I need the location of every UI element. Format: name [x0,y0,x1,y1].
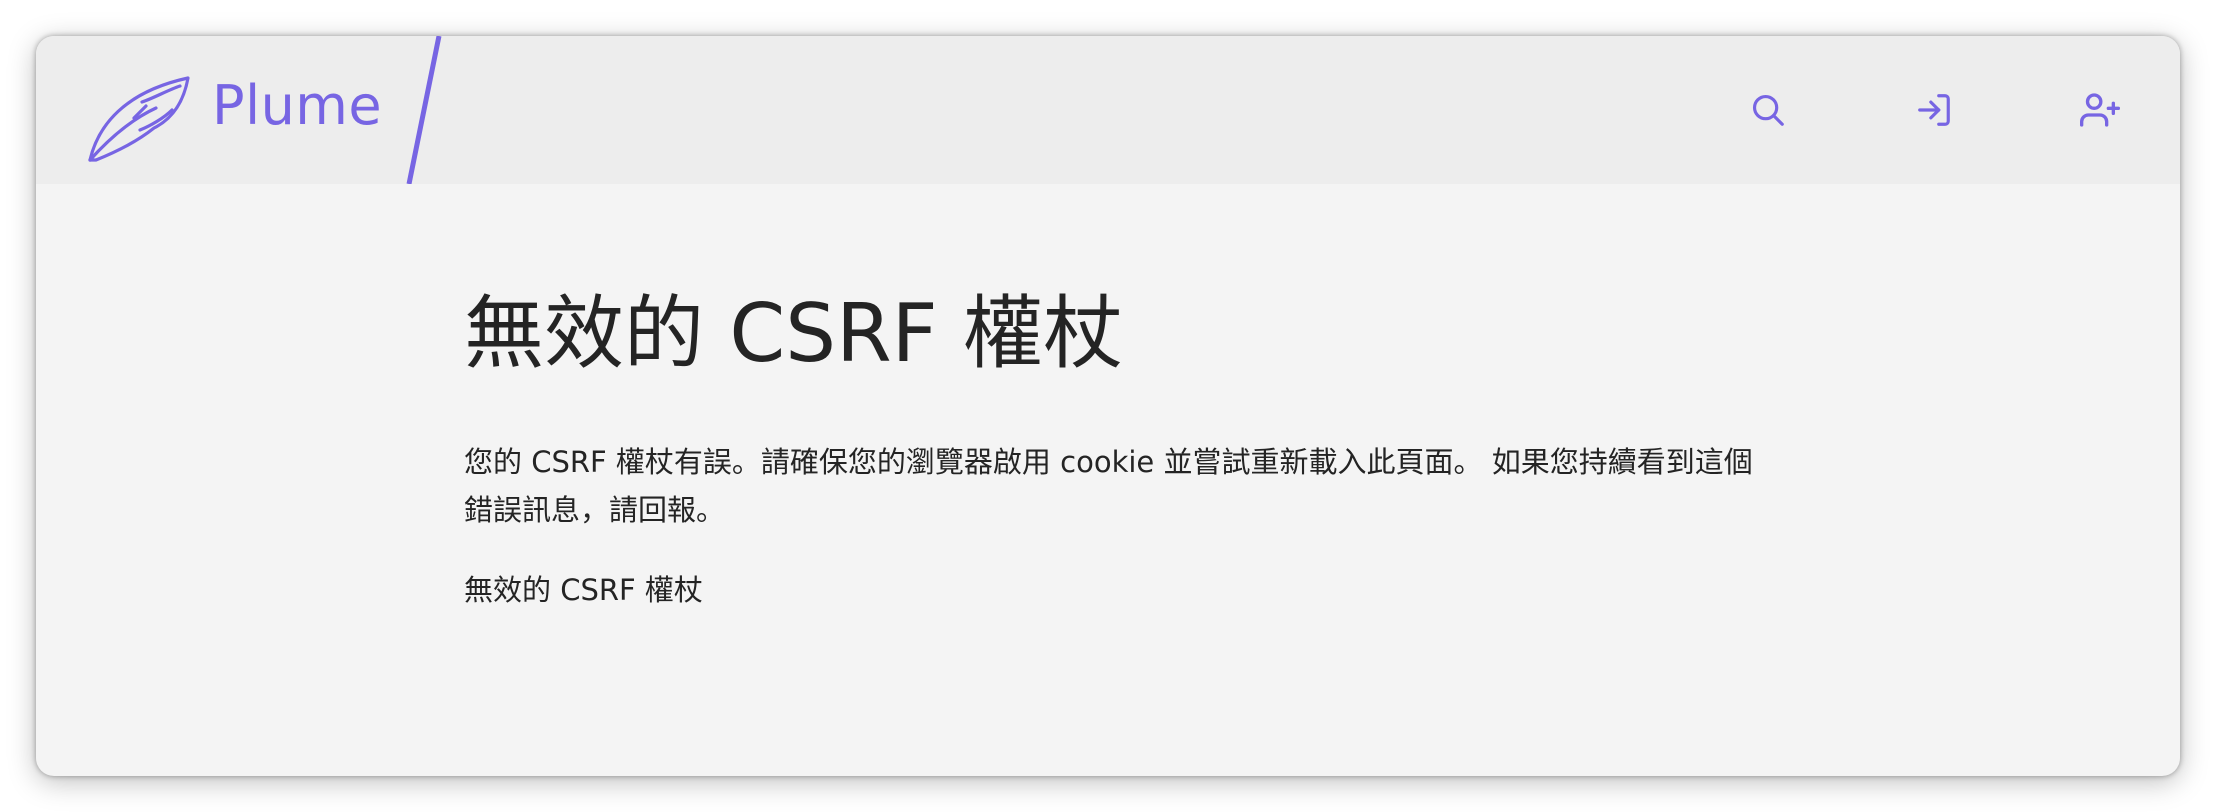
login-button[interactable] [1902,78,1966,142]
feather-icon[interactable] [84,56,196,166]
signup-button[interactable] [2068,78,2132,142]
error-detail: 無效的 CSRF 權杖 [464,573,703,607]
search-icon [1752,94,1784,126]
brand-logo-text[interactable]: Plume [212,66,382,146]
header-divider [406,36,442,184]
error-message: 您的 CSRF 權杖有誤。請確保您的瀏覽器啟用 cookie 並嘗試重新載入此頁… [464,445,1753,527]
browser-window: Plume 無效的 CSRF 權杖 您的 CSRF 權杖有誤。請確保您的瀏覽器啟… [36,36,2180,776]
page-title: 無效的 CSRF 權杖 [464,287,1124,380]
login-icon [1918,94,1950,126]
user-plus-icon [2080,93,2120,127]
search-button[interactable] [1736,78,1800,142]
top-navigation-bar: Plume [36,36,2180,184]
